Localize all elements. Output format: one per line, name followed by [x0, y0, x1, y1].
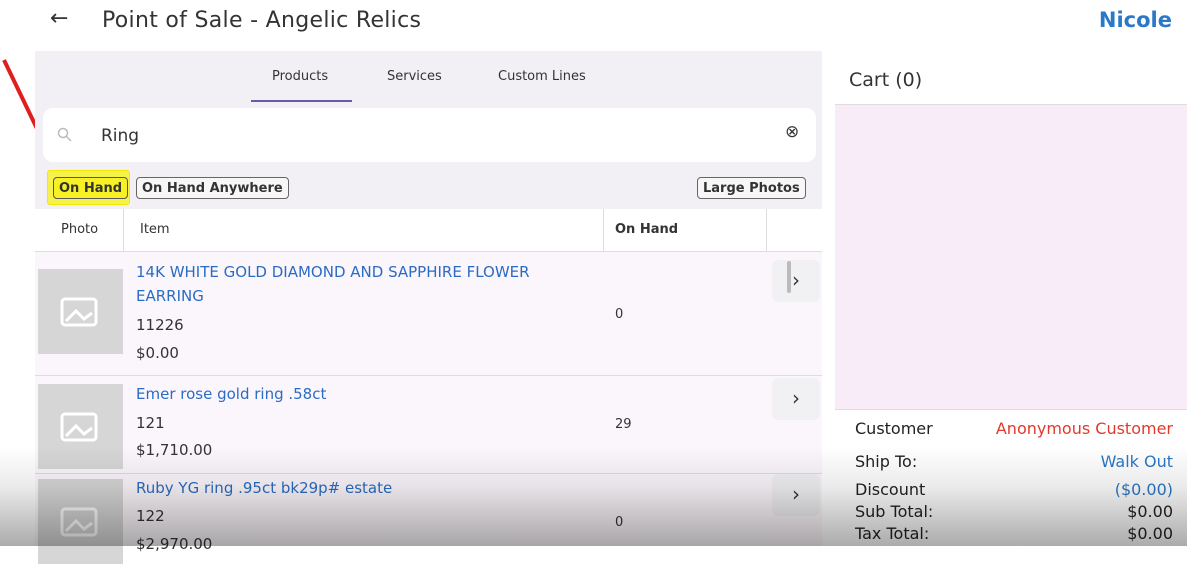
- item-sku: 121: [136, 414, 165, 432]
- table-row[interactable]: Emer rose gold ring .58ct 121 $1,710.00 …: [35, 376, 822, 473]
- clear-circle-icon[interactable]: ⊗: [785, 122, 799, 142]
- ship-to-label: Ship To:: [855, 452, 918, 471]
- on-hand-count: 29: [615, 417, 632, 432]
- subtotal-value: $0.00: [1127, 502, 1173, 521]
- table-row[interactable]: Ruby YG ring .95ct bk29p# estate 122 $2,…: [35, 474, 822, 564]
- search-bar: ⊗: [43, 108, 816, 162]
- user-name-button[interactable]: Nicole: [1099, 8, 1172, 32]
- item-sku: 11226: [136, 316, 184, 334]
- photo-placeholder-icon: [38, 384, 123, 469]
- on-hand-count: 0: [615, 515, 624, 530]
- back-arrow-icon[interactable]: ←: [50, 6, 68, 31]
- item-name-link[interactable]: EARRING: [136, 284, 576, 308]
- item-name-link[interactable]: Ruby YG ring .95ct bk29p# estate: [136, 476, 576, 500]
- table-row[interactable]: 14K WHITE GOLD DIAMOND AND SAPPHIRE FLOW…: [35, 252, 822, 375]
- large-photos-button[interactable]: Large Photos: [697, 177, 806, 199]
- discount-label: Discount: [855, 480, 926, 499]
- page-title: Point of Sale - Angelic Relics: [102, 8, 422, 33]
- top-bar: ← Point of Sale - Angelic Relics Nicole: [0, 0, 1187, 48]
- ship-to-value-link[interactable]: Walk Out: [1101, 452, 1173, 471]
- scrollbar[interactable]: [787, 261, 791, 293]
- item-name-link[interactable]: Emer rose gold ring .58ct: [136, 382, 576, 406]
- order-summary: Customer Anonymous Customer Ship To: Wal…: [835, 409, 1187, 547]
- active-tab-indicator: [251, 100, 352, 102]
- chevron-right-icon[interactable]: ›: [772, 474, 820, 516]
- column-header-item: Item: [140, 222, 170, 237]
- search-icon: [57, 127, 72, 142]
- discount-value-link[interactable]: ($0.00): [1115, 480, 1173, 499]
- photo-placeholder-icon: [38, 479, 123, 564]
- filter-on-hand-anywhere[interactable]: On Hand Anywhere: [136, 177, 289, 199]
- item-name-link[interactable]: 14K WHITE GOLD DIAMOND AND SAPPHIRE FLOW…: [136, 260, 576, 284]
- item-sku: 122: [136, 507, 165, 525]
- column-divider: [766, 209, 767, 251]
- tax-total-label: Tax Total:: [855, 524, 930, 543]
- search-input[interactable]: [99, 121, 743, 151]
- products-panel: Products Services Custom Lines ⊗ On Hand…: [35, 51, 822, 564]
- item-price: $2,970.00: [136, 535, 213, 553]
- filter-on-hand[interactable]: On Hand: [53, 177, 129, 199]
- column-header-photo: Photo: [61, 222, 99, 237]
- column-header-on-hand: On Hand: [615, 222, 679, 237]
- item-price: $0.00: [136, 344, 179, 362]
- tab-bar: Products Services Custom Lines: [35, 51, 822, 103]
- chevron-right-icon[interactable]: ›: [772, 260, 820, 302]
- chevron-right-icon[interactable]: ›: [772, 378, 820, 420]
- tab-custom-lines[interactable]: Custom Lines: [498, 69, 586, 84]
- item-price: $1,710.00: [136, 441, 213, 459]
- subtotal-label: Sub Total:: [855, 502, 934, 521]
- customer-value-link[interactable]: Anonymous Customer: [996, 419, 1173, 438]
- cart-panel: Cart (0) Customer Anonymous Customer Shi…: [835, 56, 1187, 547]
- on-hand-count: 0: [615, 307, 624, 322]
- photo-placeholder-icon: [38, 269, 123, 354]
- products-table: Photo Item On Hand 14K WHITE GOLD DIAMON…: [35, 209, 822, 564]
- tab-services[interactable]: Services: [387, 69, 442, 84]
- tax-total-value: $0.00: [1127, 524, 1173, 543]
- cart-header: Cart (0): [835, 56, 1187, 105]
- customer-label: Customer: [855, 419, 933, 438]
- cart-title: Cart (0): [849, 69, 923, 91]
- tab-products[interactable]: Products: [272, 69, 328, 84]
